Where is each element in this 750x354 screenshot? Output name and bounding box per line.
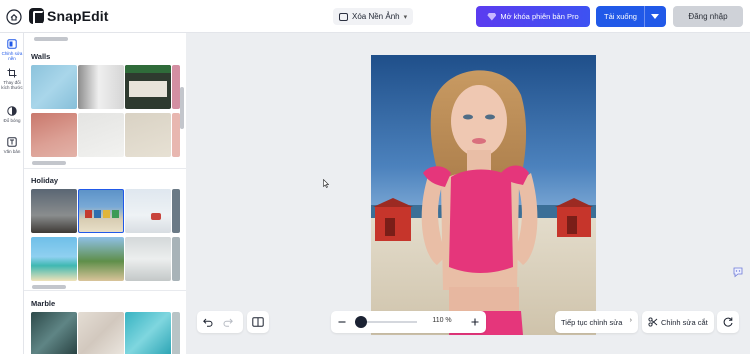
thumbnail[interactable] bbox=[125, 237, 171, 281]
left-tool-rail: Chỉnh sửa nền Thay đổi kích thước Đổ bón… bbox=[0, 33, 24, 354]
feedback-widget-icon[interactable] bbox=[733, 266, 743, 278]
rail-label: Đổ bóng bbox=[3, 118, 21, 123]
zoom-slider-handle[interactable] bbox=[355, 316, 367, 328]
login-button[interactable]: Đăng nhập bbox=[673, 6, 743, 27]
thumbnail[interactable] bbox=[125, 113, 171, 157]
download-button[interactable]: Tải xuống bbox=[596, 6, 666, 27]
undo-redo-group bbox=[197, 311, 243, 333]
mouse-cursor-icon bbox=[323, 179, 329, 188]
text-icon bbox=[7, 137, 17, 147]
logo-icon bbox=[29, 8, 44, 25]
diamond-icon bbox=[487, 12, 497, 21]
thumbnail[interactable] bbox=[125, 65, 171, 109]
rail-label: Thay đổi kích thước bbox=[1, 80, 23, 90]
section-divider bbox=[24, 168, 186, 169]
unlock-pro-button[interactable]: Mở khóa phiên bản Pro bbox=[476, 6, 590, 27]
horizontal-scrollbar[interactable] bbox=[34, 37, 68, 41]
chevron-right-icon: › bbox=[629, 317, 632, 324]
caret-down-icon[interactable] bbox=[651, 14, 659, 19]
rail-label: Văn bản bbox=[3, 149, 21, 154]
continue-editing-button[interactable]: Tiếp tục chỉnh sửa › bbox=[555, 311, 638, 333]
thumbnail-selected[interactable] bbox=[78, 189, 124, 233]
rail-item-background[interactable]: Chỉnh sửa nền bbox=[0, 39, 24, 61]
refresh-icon bbox=[723, 317, 733, 327]
rail-item-text[interactable]: Văn bản bbox=[0, 137, 24, 154]
thumbnail[interactable] bbox=[172, 65, 180, 109]
thumbnail[interactable] bbox=[31, 189, 77, 233]
rail-item-shadow[interactable]: Đổ bóng bbox=[0, 106, 24, 123]
thumbnail[interactable] bbox=[125, 189, 171, 233]
zoom-level: 110 % bbox=[432, 317, 452, 324]
edited-photo bbox=[371, 55, 596, 335]
crop-edit-button[interactable]: Chỉnh sửa cắt bbox=[642, 311, 714, 333]
thumbnail[interactable] bbox=[78, 113, 124, 157]
thumbnail[interactable] bbox=[31, 113, 77, 157]
zoom-out-icon[interactable] bbox=[337, 317, 347, 327]
download-label: Tải xuống bbox=[604, 12, 637, 21]
horizontal-scrollbar[interactable] bbox=[32, 285, 66, 289]
canvas-image[interactable] bbox=[371, 55, 596, 335]
thumbnail[interactable] bbox=[172, 189, 180, 233]
section-title-walls: Walls bbox=[31, 52, 51, 61]
section-title-holiday: Holiday bbox=[31, 176, 59, 185]
rail-item-resize[interactable]: Thay đổi kích thước bbox=[0, 68, 24, 90]
thumbnail[interactable] bbox=[78, 65, 124, 109]
continue-editing-label: Tiếp tục chỉnh sửa bbox=[561, 317, 623, 327]
thumbnail[interactable] bbox=[172, 113, 180, 157]
thumbnail[interactable] bbox=[172, 237, 180, 281]
crop-edit-label: Chỉnh sửa cắt bbox=[661, 317, 708, 327]
thumbnail[interactable] bbox=[125, 312, 171, 354]
panel-vertical-scrollbar[interactable] bbox=[180, 87, 184, 129]
zoom-in-icon[interactable] bbox=[470, 317, 480, 327]
scissors-icon bbox=[648, 317, 658, 327]
horizontal-scrollbar[interactable] bbox=[32, 161, 66, 165]
redo-icon[interactable] bbox=[223, 317, 233, 327]
background-edit-icon bbox=[7, 39, 17, 49]
reset-button[interactable] bbox=[717, 311, 739, 333]
section-title-marble: Marble bbox=[31, 299, 56, 308]
thumbnail[interactable] bbox=[31, 312, 77, 354]
zoom-slider-track[interactable] bbox=[361, 321, 417, 323]
thumbnail[interactable] bbox=[31, 65, 77, 109]
app-logo-text: SnapEdit bbox=[47, 8, 109, 24]
section-divider bbox=[24, 290, 186, 291]
compare-icon bbox=[252, 317, 264, 327]
compare-button[interactable] bbox=[247, 311, 269, 333]
thumbnail[interactable] bbox=[78, 237, 124, 281]
zoom-control: 110 % bbox=[331, 311, 486, 333]
thumbnail[interactable] bbox=[31, 237, 77, 281]
thumbnail[interactable] bbox=[78, 312, 124, 354]
divider bbox=[644, 6, 645, 27]
tool-select-label: Xóa Nền Ảnh bbox=[352, 12, 400, 21]
thumbnail[interactable] bbox=[172, 312, 180, 354]
rail-label: Chỉnh sửa nền bbox=[1, 51, 23, 61]
tool-select-dropdown[interactable]: Xóa Nền Ảnh ▾ bbox=[333, 8, 414, 25]
home-icon[interactable] bbox=[6, 9, 22, 25]
top-bar: SnapEdit Xóa Nền Ảnh ▾ Mở khóa phiên bản… bbox=[0, 0, 750, 33]
template-panel: Walls Holiday Marble bbox=[24, 33, 186, 354]
shadow-icon bbox=[7, 106, 17, 116]
crop-icon bbox=[7, 68, 17, 78]
image-icon bbox=[339, 12, 348, 21]
unlock-pro-label: Mở khóa phiên bản Pro bbox=[500, 12, 579, 21]
chevron-down-icon: ▾ bbox=[403, 13, 408, 21]
undo-icon[interactable] bbox=[203, 317, 213, 327]
